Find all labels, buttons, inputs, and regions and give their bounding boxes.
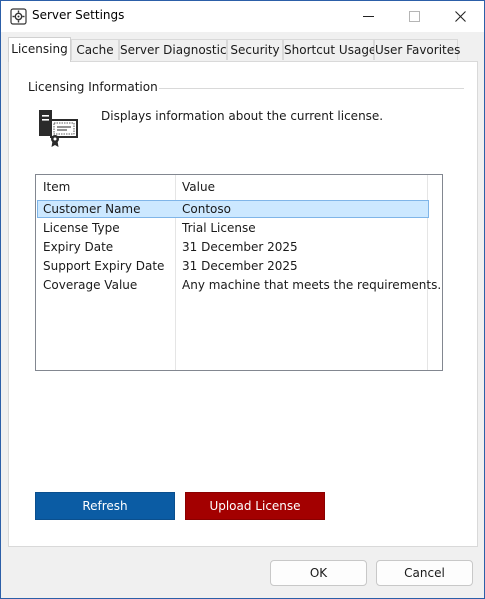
window-title: Server Settings bbox=[32, 8, 125, 22]
tab-security[interactable]: Security bbox=[227, 39, 283, 60]
close-icon bbox=[455, 11, 466, 22]
row-item-cell: Customer Name bbox=[43, 202, 141, 216]
server-settings-window: Server Settings Licensing Cache Server D… bbox=[0, 0, 485, 599]
settings-gear-icon bbox=[10, 8, 27, 25]
maximize-icon bbox=[409, 11, 420, 22]
license-info-list[interactable]: Item Value Customer Name Contoso License… bbox=[35, 174, 443, 371]
column-header-value[interactable]: Value bbox=[182, 180, 215, 194]
ok-button[interactable]: OK bbox=[270, 560, 367, 586]
cancel-button[interactable]: Cancel bbox=[376, 560, 473, 586]
row-value-cell: 31 December 2025 bbox=[182, 240, 298, 254]
list-row-coverage-value[interactable]: Coverage Value Any machine that meets th… bbox=[37, 276, 441, 294]
row-value-cell: Any machine that meets the requirements. bbox=[182, 278, 442, 292]
list-row-expiry-date[interactable]: Expiry Date 31 December 2025 bbox=[37, 238, 429, 256]
close-button[interactable] bbox=[438, 1, 484, 32]
tab-shortcut-usage[interactable]: Shortcut Usage bbox=[283, 39, 376, 60]
row-value-cell: Contoso bbox=[182, 202, 231, 216]
row-item-cell: Support Expiry Date bbox=[43, 259, 165, 273]
licensing-description: Displays information about the current l… bbox=[101, 109, 384, 123]
tab-cache[interactable]: Cache bbox=[71, 39, 119, 60]
licensing-group-label: Licensing Information bbox=[28, 80, 158, 94]
list-header: Item Value bbox=[36, 175, 428, 199]
tab-server-diagnostics[interactable]: Server Diagnostics bbox=[119, 39, 233, 60]
row-item-cell: License Type bbox=[43, 221, 120, 235]
minimize-button[interactable] bbox=[346, 1, 392, 32]
group-divider bbox=[159, 88, 464, 89]
maximize-button[interactable] bbox=[392, 1, 438, 32]
title-bar[interactable]: Server Settings bbox=[1, 1, 484, 32]
column-header-item[interactable]: Item bbox=[43, 180, 70, 194]
row-value-cell: 31 December 2025 bbox=[182, 259, 298, 273]
certificate-server-icon bbox=[39, 110, 78, 147]
row-value-cell: Trial License bbox=[182, 221, 256, 235]
row-item-cell: Expiry Date bbox=[43, 240, 114, 254]
list-row-support-expiry-date[interactable]: Support Expiry Date 31 December 2025 bbox=[37, 257, 429, 275]
tab-strip: Licensing Cache Server Diagnostics Secur… bbox=[8, 37, 478, 62]
row-item-cell: Coverage Value bbox=[43, 278, 138, 292]
tab-licensing[interactable]: Licensing bbox=[8, 37, 71, 62]
refresh-button[interactable]: Refresh bbox=[35, 492, 175, 520]
list-row-customer-name[interactable]: Customer Name Contoso bbox=[37, 200, 429, 218]
upload-license-button[interactable]: Upload License bbox=[185, 492, 325, 520]
licensing-tab-panel: Licensing Information Displays informati… bbox=[8, 61, 478, 547]
minimize-icon bbox=[363, 16, 374, 17]
list-row-license-type[interactable]: License Type Trial License bbox=[37, 219, 429, 237]
tab-user-favorites[interactable]: User Favorites bbox=[374, 39, 460, 60]
